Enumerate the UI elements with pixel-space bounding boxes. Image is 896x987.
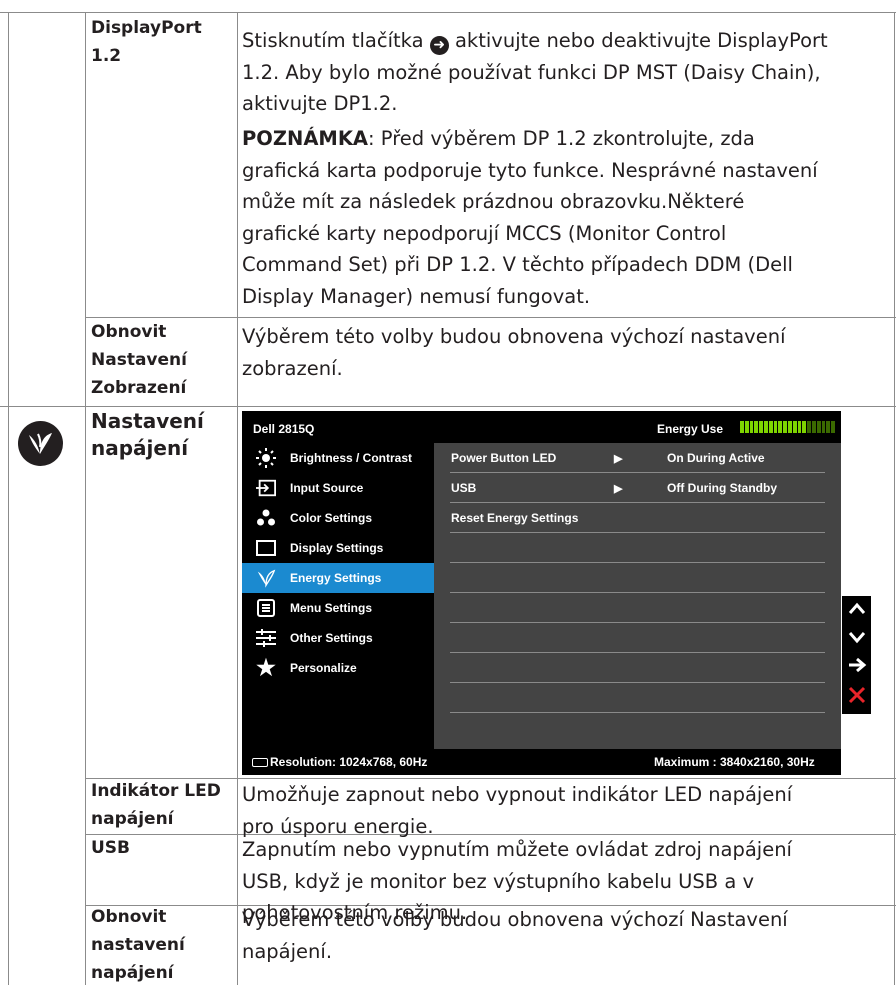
power-led-description: Umožňuje zapnout nebo vypnout indikátor …: [242, 783, 793, 838]
energy-meter-segment: [787, 421, 792, 433]
energy-meter-segment: [778, 421, 783, 433]
star-icon: ★: [256, 655, 276, 680]
osd-menu-item-input-source[interactable]: Input Source: [242, 473, 434, 503]
energy-meter-segment: [816, 421, 821, 433]
osd-menu-item-energy-settings[interactable]: Energy Settings: [242, 563, 434, 593]
osd-submenu-usb[interactable]: USB ▶ Off During Standby: [434, 473, 841, 503]
submenu-arrow-icon: ▶: [614, 482, 623, 495]
submenu-divider: [450, 712, 825, 713]
submenu-divider: [450, 592, 825, 593]
table-border-right: [894, 12, 895, 985]
energy-meter-segment: [759, 421, 763, 433]
right-arrow-button-icon: ➜: [429, 36, 449, 55]
table-col-divider: [237, 12, 238, 985]
submenu-divider: [450, 562, 825, 563]
energy-use-label: Energy Use: [657, 422, 724, 436]
energy-meter-segment: [811, 421, 816, 433]
osd-menu-item-menu-settings[interactable]: Menu Settings: [242, 593, 434, 623]
energy-meter-segment: [802, 421, 807, 433]
energy-settings-icon: [256, 568, 276, 588]
energy-meter-segment: [831, 421, 835, 433]
energy-meter-segment: [740, 421, 744, 433]
reset-power-label: Obnovit nastavení napájení: [91, 907, 185, 983]
energy-meter-segment: [763, 421, 768, 433]
osd-menu-item-color-settings[interactable]: Color Settings: [242, 503, 434, 533]
energy-meter-segment: [768, 421, 773, 433]
energy-meter-segment: [749, 421, 754, 433]
power-led-label: Indikátor LED napájení: [91, 781, 221, 829]
osd-submenu-reset-energy[interactable]: Reset Energy Settings: [434, 503, 841, 533]
osd-menu-item-brightness[interactable]: Brightness / Contrast: [242, 443, 434, 473]
display-settings-icon: [256, 538, 276, 558]
energy-meter-segment: [773, 421, 778, 433]
energy-meter-segment: [783, 421, 787, 433]
up-arrow-icon[interactable]: [846, 598, 868, 620]
leaf-icon: [29, 433, 52, 454]
energy-meter-segment: [821, 421, 826, 433]
energy-meter-segment: [744, 421, 749, 433]
energy-meter-segment: [754, 421, 759, 433]
osd-menu-item-other-settings[interactable]: Other Settings: [242, 623, 434, 653]
osd-menu-screenshot: Dell 2815Q Energy Use Brightness / Contr…: [242, 411, 841, 775]
osd-menu-item-display-settings[interactable]: Display Settings: [242, 533, 434, 563]
table-col-divider: [85, 12, 86, 985]
table-border-left: [8, 12, 9, 985]
displayport-label: DisplayPort 1.2: [91, 18, 202, 66]
power-settings-label: Nastavení napájení: [91, 409, 204, 460]
submenu-divider: [450, 682, 825, 683]
brightness-icon: [256, 448, 276, 468]
displayport-note: POZNÁMKA: Před výběrem DP 1.2 zkontroluj…: [242, 127, 818, 308]
row-divider: [0, 406, 896, 407]
energy-meter-segment: [797, 421, 802, 433]
reset-display-label: Obnovit Nastavení Zobrazení: [91, 322, 187, 398]
down-arrow-icon[interactable]: [846, 626, 868, 648]
submenu-divider: [450, 622, 825, 623]
table-border-top: [85, 12, 896, 13]
table-border-top: [0, 12, 85, 13]
submenu-arrow-icon: ▶: [614, 452, 623, 465]
other-settings-icon: [256, 628, 276, 648]
energy-leaf-icon: [18, 421, 63, 466]
resolution-text: Resolution: 1024x768, 60Hz: [270, 755, 428, 769]
resolution-connector-icon: [252, 758, 268, 767]
menu-settings-icon: [256, 598, 276, 618]
osd-status-bar: Resolution: 1024x768, 60Hz Maximum : 384…: [242, 749, 841, 775]
energy-meter-segment: [826, 421, 831, 433]
close-icon[interactable]: [846, 684, 868, 706]
energy-meter-segment: [792, 421, 797, 433]
energy-use-meter: [740, 421, 835, 433]
osd-menu-item-personalize[interactable]: ★ Personalize: [242, 653, 434, 683]
right-arrow-icon[interactable]: [846, 654, 868, 676]
row-divider: [85, 317, 896, 318]
submenu-divider: [450, 652, 825, 653]
usb-label: USB: [91, 838, 131, 858]
energy-meter-segment: [807, 421, 811, 433]
reset-power-description: Výběrem této volby budou obnovena výchoz…: [242, 908, 788, 963]
submenu-divider: [450, 532, 825, 533]
osd-title: Dell 2815Q: [253, 422, 315, 436]
maximum-resolution-text: Maximum : 3840x2160, 30Hz: [654, 755, 815, 769]
displayport-description: Stisknutím tlačítka ➜ aktivujte nebo dea…: [242, 29, 828, 115]
input-source-icon: [256, 478, 276, 498]
osd-submenu-power-button-led[interactable]: Power Button LED ▶ On During Active: [434, 443, 841, 473]
color-settings-icon: [256, 508, 276, 528]
reset-display-description: Výběrem této volby budou obnovena výchoz…: [242, 325, 786, 380]
